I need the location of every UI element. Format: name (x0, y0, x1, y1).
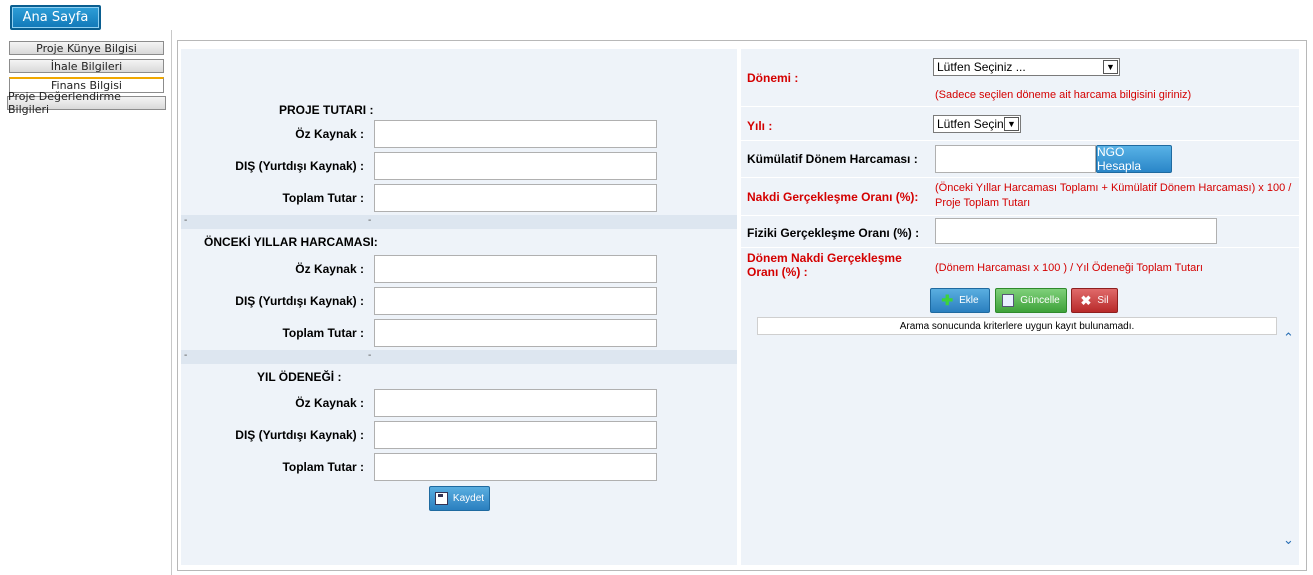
donem-hint: (Sadece seçilen döneme ait harcama bilgi… (935, 89, 1192, 101)
kumulatif-input[interactable] (935, 145, 1096, 173)
row-separator (741, 106, 1299, 107)
field-label: Öz Kaynak : (295, 396, 364, 410)
sidebar-item-proje-degerlendirme[interactable]: Proje Değerlendirme Bilgileri (7, 90, 166, 116)
yil-toplam-tutar-input[interactable] (374, 453, 657, 481)
sidebar-item-proje-kunye[interactable]: Proje Künye Bilgisi (9, 41, 164, 55)
fiziki-input[interactable] (935, 218, 1217, 244)
sidebar-divider (171, 30, 172, 575)
field-label: DIŞ (Yurtdışı Kaynak) : (235, 159, 364, 173)
divider-mark: - (368, 215, 372, 226)
update-button[interactable]: Güncelle (995, 288, 1067, 313)
onceki-dis-kaynak-input[interactable] (374, 287, 657, 315)
field-label: DIŞ (Yurtdışı Kaynak) : (235, 428, 364, 442)
chevron-down-icon: ▼ (1103, 60, 1118, 74)
close-icon: ✖ (1080, 292, 1092, 308)
chevron-up-icon[interactable]: ⌃ (1283, 330, 1294, 346)
field-label: Öz Kaynak : (295, 127, 364, 141)
empty-results-message: Arama sonucunda kriterlere uygun kayıt b… (757, 317, 1277, 335)
proje-toplam-tutar-input[interactable] (374, 184, 657, 212)
section-title-yil-odenegi: YIL ÖDENEĞİ : (257, 370, 342, 384)
donem-nakdi-label: Dönem Nakdi Gerçekleşme Oranı (%) : (747, 251, 902, 279)
delete-button[interactable]: ✖ Sil (1071, 288, 1118, 313)
donem-select-value: Lütfen Seçiniz ... (937, 60, 1026, 74)
add-button[interactable]: ✚ Ekle (930, 288, 990, 313)
field-label: Toplam Tutar : (282, 326, 364, 340)
home-button[interactable]: Ana Sayfa (10, 5, 101, 30)
yil-select[interactable]: Lütfen Seçiniz ▼ (933, 115, 1021, 133)
chevron-down-icon: ▼ (1004, 117, 1019, 131)
divider-row: - - (181, 215, 737, 229)
add-label: Ekle (959, 295, 979, 306)
save-button[interactable]: Kaydet (429, 486, 490, 511)
sidebar-item-ihale[interactable]: İhale Bilgileri (9, 59, 164, 73)
field-label: Toplam Tutar : (282, 460, 364, 474)
field-label: Toplam Tutar : (282, 191, 364, 205)
yil-label: Yılı : (747, 119, 773, 133)
donem-select[interactable]: Lütfen Seçiniz ... ▼ (933, 58, 1120, 76)
donem-label: Dönemi : (747, 71, 799, 85)
divider-mark: - (184, 350, 188, 361)
save-label: Kaydet (452, 493, 485, 504)
plus-icon: ✚ (941, 292, 954, 308)
fiziki-label: Fiziki Gerçekleşme Oranı (%) : (747, 226, 920, 240)
divider-mark: - (368, 350, 372, 361)
section-title-onceki-yillar: ÖNCEKİ YILLAR HARCAMASI: (204, 235, 378, 249)
edit-icon (1002, 294, 1015, 307)
yil-dis-kaynak-input[interactable] (374, 421, 657, 449)
onceki-oz-kaynak-input[interactable] (374, 255, 657, 283)
onceki-toplam-tutar-input[interactable] (374, 319, 657, 347)
yil-select-value: Lütfen Seçiniz (937, 117, 1013, 131)
divider-row: - - (181, 350, 737, 364)
yil-oz-kaynak-input[interactable] (374, 389, 657, 417)
row-separator (741, 247, 1299, 248)
update-label: Güncelle (1020, 295, 1060, 306)
field-label: DIŞ (Yurtdışı Kaynak) : (235, 294, 364, 308)
row-separator (741, 215, 1299, 216)
kumulatif-label: Kümülatif Dönem Harcaması : (747, 152, 918, 166)
save-icon (434, 492, 448, 505)
proje-dis-kaynak-input[interactable] (374, 152, 657, 180)
ngo-hesapla-button[interactable]: NGO Hesapla (1096, 145, 1172, 173)
divider-mark: - (184, 215, 188, 226)
section-title-proje-tutari: PROJE TUTARI : (279, 103, 374, 117)
chevron-down-icon[interactable]: ⌄ (1283, 532, 1294, 548)
delete-label: Sil (1097, 295, 1109, 306)
field-label: Öz Kaynak : (295, 262, 364, 276)
row-separator (741, 140, 1299, 141)
proje-oz-kaynak-input[interactable] (374, 120, 657, 148)
nakdi-label: Nakdi Gerçekleşme Oranı (%): (747, 190, 919, 204)
donem-nakdi-formula: (Dönem Harcaması x 100 ) / Yıl Ödeneği T… (935, 262, 1203, 274)
scrollbar[interactable]: ⌃ ⌄ (1280, 316, 1297, 564)
row-separator (741, 177, 1299, 178)
nakdi-formula: (Önceki Yıllar Harcaması Toplamı + Kümül… (935, 182, 1292, 209)
